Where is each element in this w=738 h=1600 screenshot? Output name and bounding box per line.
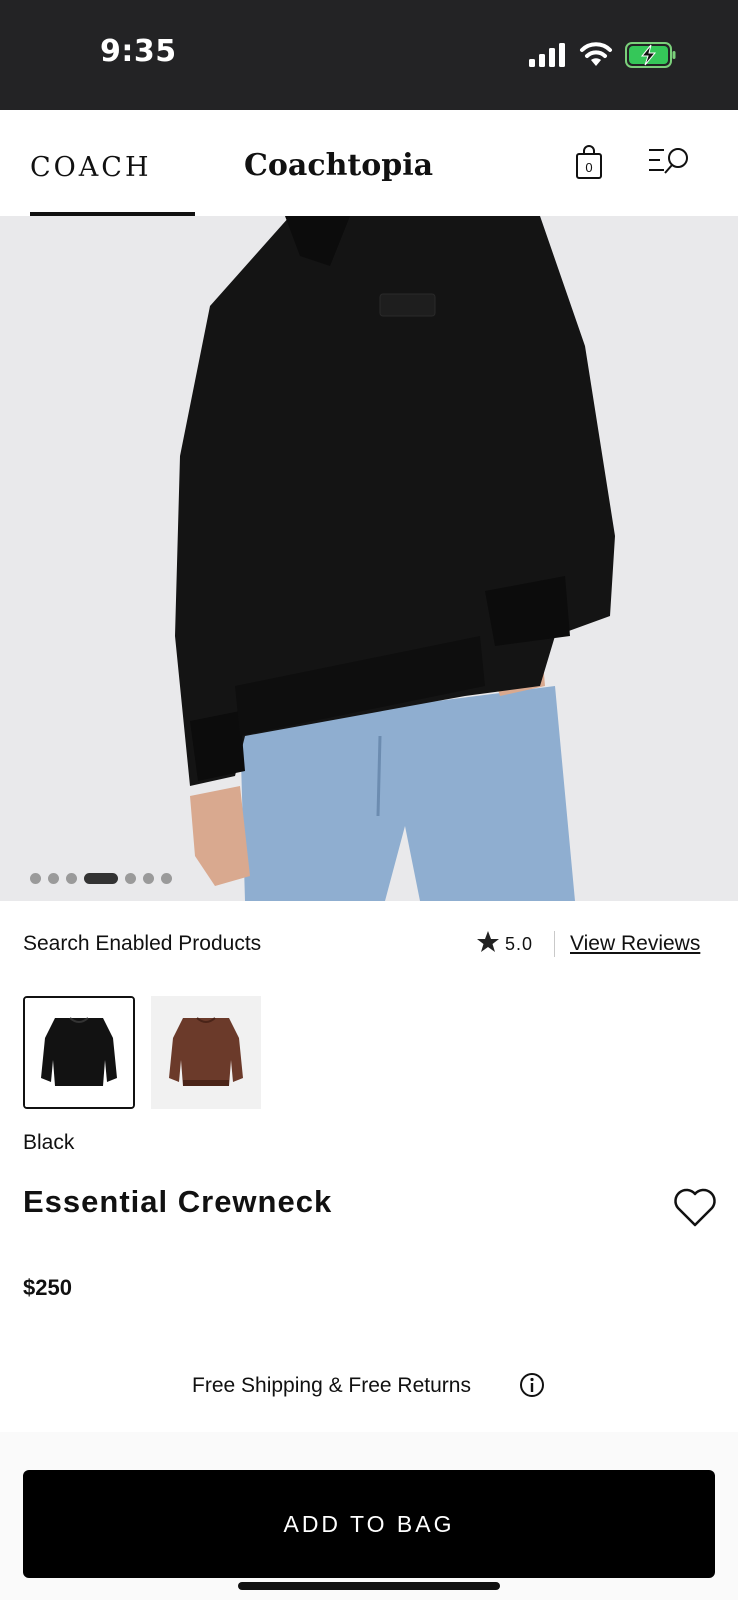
swatch-black-thumbnail	[25, 998, 133, 1107]
shipping-info: Free Shipping & Free Returns	[192, 1374, 471, 1397]
carousel-dot[interactable]	[125, 872, 136, 884]
view-reviews-link[interactable]: View Reviews	[570, 932, 700, 956]
carousel-dot-active[interactable]	[84, 872, 118, 884]
add-to-bag-button[interactable]: ADD TO BAG	[23, 1470, 715, 1578]
carousel-dot[interactable]	[161, 872, 172, 884]
tab-coachtopia[interactable]: Coachtopia	[244, 148, 433, 183]
tab-coach[interactable]: COACH	[30, 152, 152, 183]
bag-count: 0	[585, 160, 593, 175]
cellular-signal-icon	[529, 43, 565, 67]
swatch-brown-thumbnail	[151, 996, 261, 1109]
rating-value: 5.0	[505, 934, 534, 954]
carousel-dot[interactable]	[30, 872, 41, 884]
search-enabled-products-label: Search Enabled Products	[23, 932, 262, 955]
menu-search-icon[interactable]	[648, 146, 692, 178]
status-time: 9:35	[100, 34, 177, 69]
carousel-dots[interactable]	[30, 872, 172, 884]
selected-color-label: Black	[23, 1131, 75, 1154]
battery-charging-icon	[625, 42, 676, 68]
heart-icon[interactable]	[673, 1188, 717, 1228]
info-icon[interactable]	[519, 1372, 545, 1398]
product-image[interactable]	[0, 216, 738, 901]
home-indicator[interactable]	[238, 1582, 500, 1590]
product-title: Essential Crewneck	[23, 1184, 333, 1219]
swatch-black[interactable]	[23, 996, 135, 1109]
product-price: $250	[23, 1275, 72, 1300]
carousel-dot[interactable]	[48, 872, 59, 884]
star-icon	[477, 931, 499, 952]
divider	[554, 931, 555, 957]
carousel-dot[interactable]	[143, 872, 154, 884]
carousel-dot[interactable]	[66, 872, 77, 884]
wifi-icon	[580, 42, 612, 66]
product-photo	[0, 216, 738, 901]
status-bar: 9:35	[0, 0, 738, 110]
swatch-brown[interactable]	[151, 996, 261, 1109]
app-header: COACH Coachtopia 0	[0, 110, 738, 216]
